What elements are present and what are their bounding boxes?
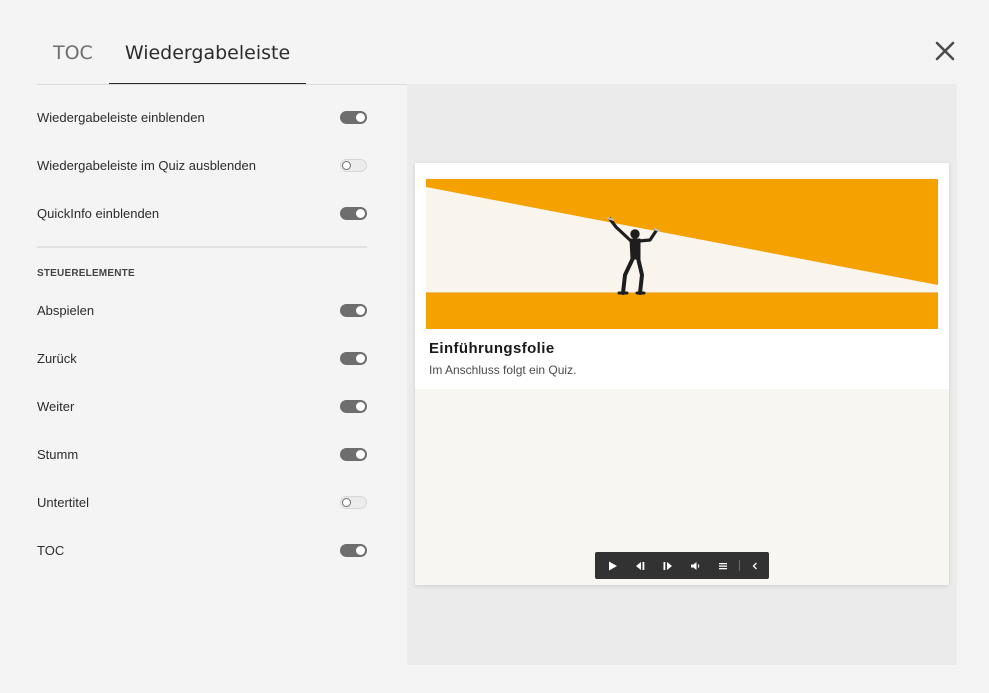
tab-wiedergabeleiste[interactable]: Wiedergabeleiste [108,24,307,85]
toggle-knob [356,305,365,315]
forward-button[interactable] [654,552,682,579]
toggle-mute[interactable] [340,447,367,461]
playbar-separator [738,560,740,571]
setting-row-toc: TOC [37,526,367,574]
setting-label: Abspielen [37,302,95,318]
playbar [595,552,769,579]
toc-button[interactable] [709,552,737,579]
setting-label: Stumm [37,446,79,462]
setting-label: QuickInfo einblenden [37,205,160,221]
toggle-toc[interactable] [340,543,367,557]
playbar-settings-dialog: TOC Wiedergabeleiste Wiedergabeleiste ei… [0,0,989,693]
section-divider [37,246,367,248]
toggle-knob [356,208,365,218]
setting-row-hide-playbar-in-quiz: Wiedergabeleiste im Quiz ausblenden [37,141,367,189]
setting-row-back: Zurück [37,334,367,382]
toggle-knob [356,449,365,459]
setting-label: Zurück [37,350,77,366]
toc-icon [718,562,727,569]
toggle-hide-playbar-in-quiz[interactable] [340,158,367,172]
toggle-back[interactable] [340,351,367,365]
slide-subtitle: Im Anschluss folgt ein Quiz. [429,363,577,377]
tab-divider [37,84,407,85]
slide-illustration [426,179,938,329]
mute-icon [690,561,700,570]
collapse-playbar-button[interactable] [742,552,770,579]
toggle-knob [342,160,351,170]
toggle-next[interactable] [340,399,367,413]
close-button[interactable] [932,38,958,64]
setting-row-mute: Stumm [37,430,367,478]
toggle-show-quickinfo[interactable] [340,206,367,220]
setting-row-subtitles: Untertitel [37,478,367,526]
slide-title: Einführungsfolie [429,340,555,357]
setting-label: Weiter [37,398,75,414]
toggle-play[interactable] [340,303,367,317]
forward-icon [663,561,673,570]
tab-toc[interactable]: TOC [37,24,109,85]
mute-button[interactable] [682,552,710,579]
section-title-controls: STEUERELEMENTE [37,267,135,279]
setting-label: Wiedergabeleiste im Quiz ausblenden [37,157,256,173]
toggle-knob [356,401,365,411]
close-icon [935,41,955,61]
toggle-subtitles[interactable] [340,495,367,509]
setting-row-next: Weiter [37,382,367,430]
setting-label: Wiedergabeleiste einblenden [37,109,205,125]
toggle-knob [356,112,365,122]
toggle-show-playbar[interactable] [340,110,367,124]
play-button[interactable] [599,552,627,579]
setting-row-show-playbar: Wiedergabeleiste einblenden [37,93,367,141]
setting-label: TOC [37,542,65,558]
settings-panel: Wiedergabeleiste einblenden Wiedergabele… [37,93,367,574]
toggle-knob [356,353,365,363]
rewind-icon [635,561,645,570]
rewind-button[interactable] [627,552,655,579]
setting-label: Untertitel [37,494,90,510]
setting-row-show-quickinfo: QuickInfo einblenden [37,189,367,237]
setting-row-play: Abspielen [37,286,367,334]
toggle-knob [342,497,351,507]
tab-bar: TOC Wiedergabeleiste [37,24,307,85]
play-icon [608,561,617,570]
slide-preview: Einführungsfolie Im Anschluss folgt ein … [415,163,949,585]
toggle-knob [356,545,365,555]
chevron-left-icon [752,562,758,569]
